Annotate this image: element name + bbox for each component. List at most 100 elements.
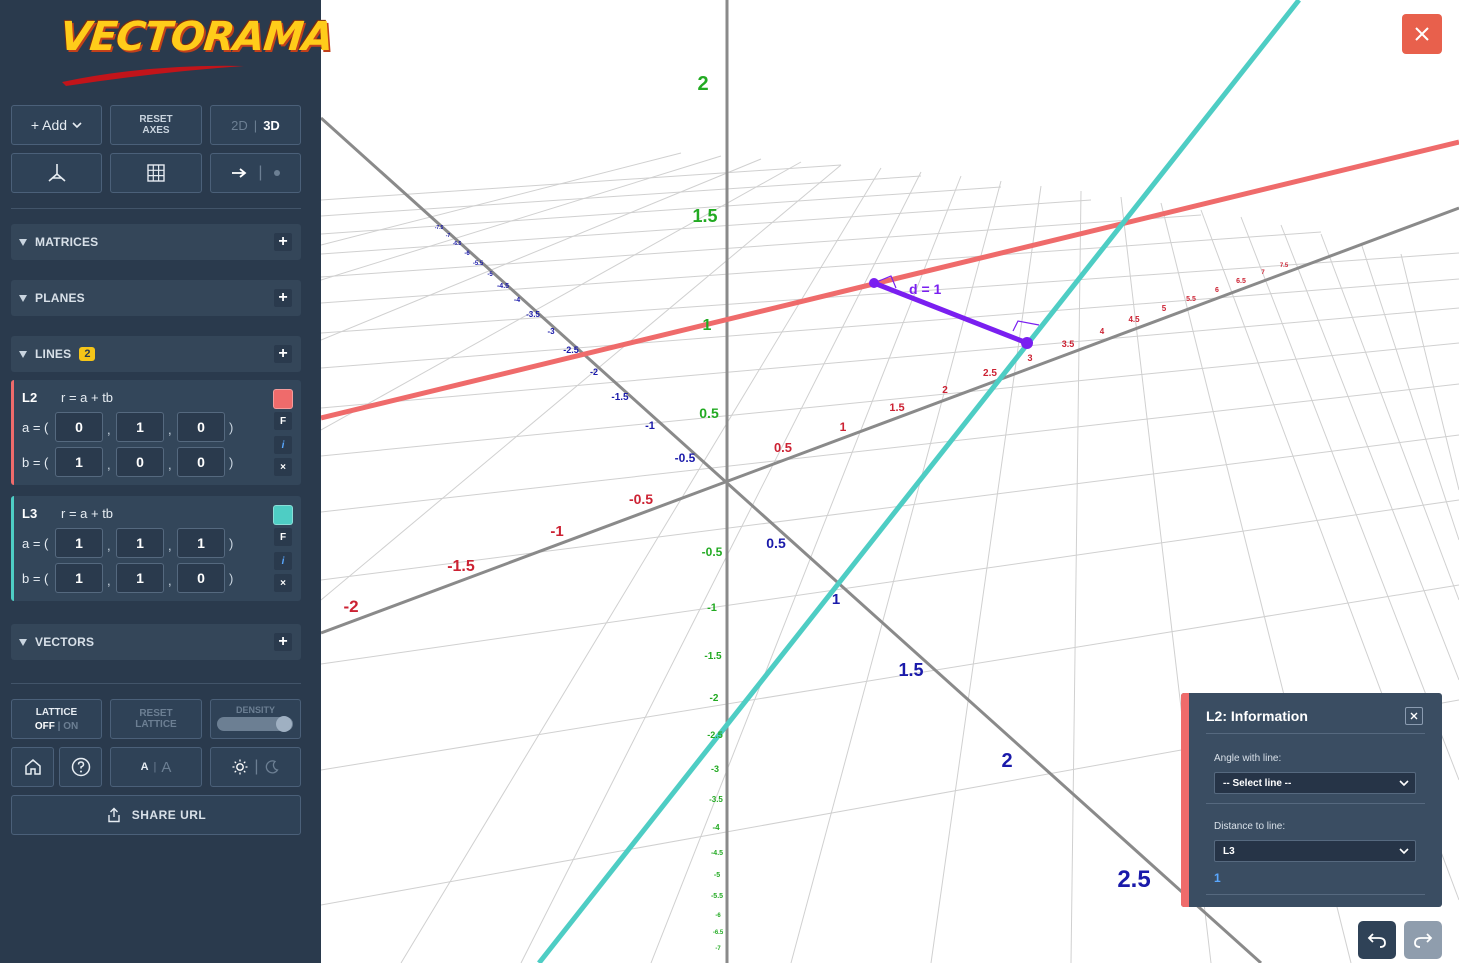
delete-line-button[interactable]: × [274, 458, 292, 476]
x-label: 4.5 [1128, 315, 1140, 324]
section-matrices[interactable]: MATRICES + [11, 224, 301, 260]
a-x-input[interactable]: 1 [55, 528, 103, 558]
z-label: -5.5 [473, 261, 484, 267]
chevron-down-icon [1399, 848, 1409, 855]
reset-axes-button[interactable]: RESET AXES [110, 105, 202, 145]
x-label: 1 [840, 420, 847, 434]
distance-line-select[interactable]: L3 [1214, 840, 1416, 862]
fix-line-button[interactable]: F [274, 412, 292, 430]
z-label: -4.5 [497, 283, 509, 290]
font-size-toggle[interactable]: A | A [110, 747, 202, 787]
x-label: 4 [1100, 327, 1105, 336]
z-label: 2.5 [1117, 866, 1150, 893]
z-label: 2 [1001, 750, 1012, 772]
divider [11, 683, 301, 684]
x-label: 3 [1027, 353, 1032, 363]
delete-line-button[interactable]: × [274, 574, 292, 592]
undo-button[interactable] [1358, 921, 1396, 959]
axes-toggle-button[interactable] [11, 153, 102, 193]
add-plane-button[interactable]: + [274, 289, 292, 307]
info-line-button[interactable]: i [274, 552, 292, 570]
close-scene-button[interactable] [1402, 14, 1442, 54]
a-x-input[interactable]: 0 [55, 412, 103, 442]
help-icon [71, 757, 90, 777]
x-label: -2 [343, 597, 358, 616]
vector-point-toggle[interactable]: | [210, 153, 301, 193]
line-card-l2: L2 r = a + tb a = ( 0 , 1 , 0 ) b = ( 1 … [11, 380, 301, 485]
color-swatch[interactable] [273, 505, 293, 525]
y-label: -4 [712, 823, 720, 832]
y-label: 2 [697, 73, 708, 95]
x-label: 5.5 [1186, 296, 1196, 303]
help-button[interactable] [59, 747, 102, 787]
add-matrix-button[interactable]: + [274, 233, 292, 251]
z-label: -3 [547, 327, 555, 336]
z-label: -7 [446, 233, 451, 239]
info-line-button[interactable]: i [274, 436, 292, 454]
reset-lattice-button[interactable]: RESET LATTICE [110, 699, 202, 739]
b-y-input[interactable]: 0 [116, 447, 164, 477]
line-color-stripe [11, 380, 14, 485]
density-slider-knob[interactable] [276, 716, 292, 732]
distance-endpoint-b [1021, 337, 1033, 349]
z-label: -6 [464, 251, 470, 257]
b-x-input[interactable]: 1 [55, 447, 103, 477]
vectorama-logo[interactable]: VECTORAMA [58, 14, 335, 88]
add-vector-button[interactable]: + [274, 633, 292, 651]
line-card-l3: L3 r = a + tb a = ( 1 , 1 , 1 ) b = ( 1 … [11, 496, 301, 601]
section-vectors[interactable]: VECTORS + [11, 624, 301, 660]
mode-divider: | [253, 117, 258, 133]
y-label: -3 [711, 764, 719, 774]
add-line-button[interactable]: + [274, 345, 292, 363]
grid-icon [147, 164, 165, 182]
y-label: -6.5 [713, 930, 724, 936]
x-label: 7.5 [1280, 263, 1289, 269]
x-label: 3.5 [1062, 339, 1075, 349]
z-label: 1.5 [898, 660, 923, 680]
z-label: 0.5 [766, 535, 786, 551]
redo-button[interactable] [1404, 921, 1442, 959]
b-x-input[interactable]: 1 [55, 563, 103, 593]
home-button[interactable] [11, 747, 54, 787]
moon-icon[interactable] [265, 760, 279, 774]
lattice-toggle[interactable]: LATTICE OFF | ON [11, 699, 102, 739]
fix-line-button[interactable]: F [274, 528, 292, 546]
add-button[interactable]: + Add [11, 105, 102, 145]
y-label: -1.5 [704, 651, 722, 662]
grid-toggle-button[interactable] [110, 153, 202, 193]
y-label: -5 [714, 872, 720, 879]
theme-toggle[interactable]: | [210, 747, 301, 787]
x-label: 1.5 [889, 402, 904, 414]
a-z-input[interactable]: 1 [177, 528, 225, 558]
mode-2d[interactable]: 2D [231, 118, 248, 133]
divider [1206, 733, 1425, 734]
a-z-input[interactable]: 0 [177, 412, 225, 442]
y-label: -5.5 [711, 893, 723, 900]
mode-3d[interactable]: 3D [263, 118, 280, 133]
b-y-input[interactable]: 1 [116, 563, 164, 593]
undo-icon [1367, 933, 1386, 948]
y-label: -1 [707, 602, 717, 614]
share-url-button[interactable]: SHARE URL [11, 795, 301, 835]
a-y-input[interactable]: 1 [116, 528, 164, 558]
y-label: 1.5 [692, 206, 717, 226]
line-l2 [320, 139, 1459, 421]
distance-segment [873, 280, 1028, 346]
distance-label: d = 1 [909, 281, 942, 297]
angle-line-select[interactable]: -- Select line -- [1214, 772, 1416, 794]
y-label: -6 [715, 913, 721, 919]
y-label: -0.5 [702, 545, 723, 559]
close-info-button[interactable] [1405, 707, 1423, 725]
color-swatch[interactable] [273, 389, 293, 409]
sun-icon[interactable] [232, 759, 248, 775]
section-lines[interactable]: LINES 2 + [11, 336, 301, 372]
b-z-input[interactable]: 0 [177, 563, 225, 593]
z-label: -5 [487, 272, 493, 278]
lines-count-badge: 2 [79, 347, 96, 361]
z-label: 1 [832, 591, 840, 608]
dimension-toggle[interactable]: 2D | 3D [210, 105, 301, 145]
a-y-input[interactable]: 1 [116, 412, 164, 442]
logo-swoosh-icon [62, 65, 244, 86]
b-z-input[interactable]: 0 [177, 447, 225, 477]
section-planes[interactable]: PLANES + [11, 280, 301, 316]
